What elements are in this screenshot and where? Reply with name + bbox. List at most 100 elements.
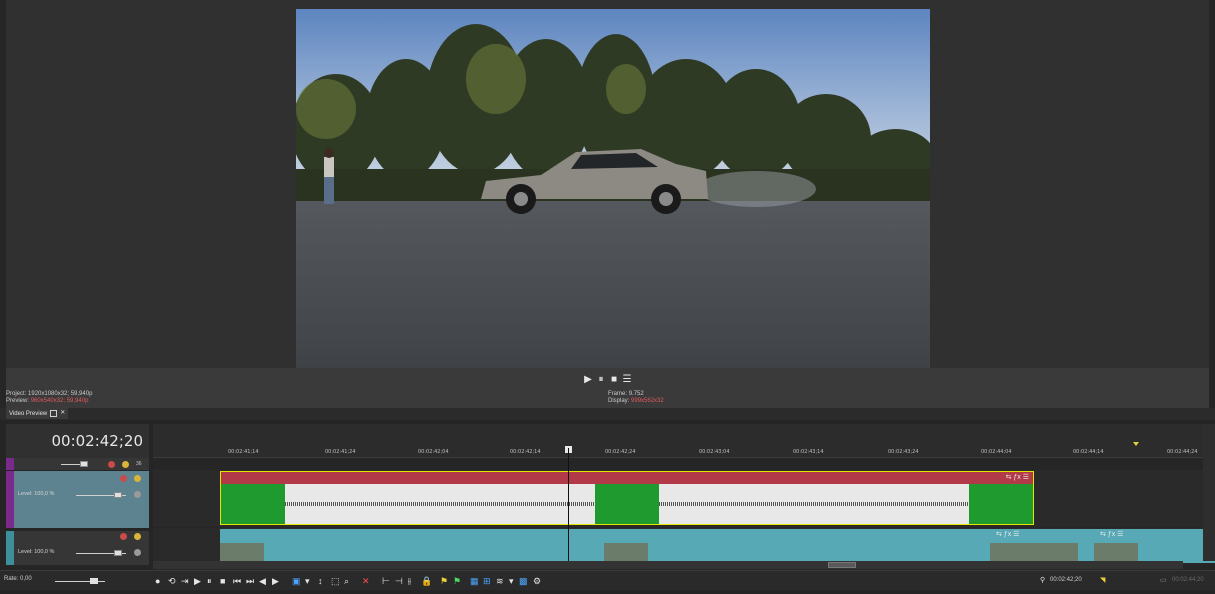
go-to-end-icon[interactable]: ⏭ (246, 576, 254, 586)
trim-start-icon[interactable]: ⊢ (382, 576, 390, 586)
ruler-label: 00:02:42;24 (605, 449, 636, 455)
horizontal-scrollbar[interactable] (153, 561, 1183, 569)
record-icon[interactable]: ● (155, 576, 160, 586)
ruler-label: 00:02:42;14 (510, 449, 541, 455)
display-info: Display: 999x562x32 (608, 398, 664, 405)
options-dropdown-icon[interactable]: ▾ (509, 576, 514, 586)
trim-end-icon[interactable]: ⊣ (395, 576, 403, 586)
playhead-line (568, 448, 569, 568)
track-color-stripe (6, 458, 14, 470)
cursor-position-icon: ⚲ (1040, 577, 1046, 584)
ruler-label: 00:02:41;24 (325, 449, 356, 455)
vegas-pro-window: ▶ ⏸ ■ ☰ Project: 1920x1080x32; 59,940p P… (0, 0, 1215, 594)
selection-length-icon: ▭ (1160, 577, 1167, 584)
stop-icon[interactable]: ■ (220, 576, 225, 586)
region-icon[interactable]: ⚑ (453, 576, 461, 586)
lock-icon[interactable]: 🔒 (421, 576, 432, 586)
time-ruler[interactable]: 00:02:41;14 00:02:41;24 00:02:42;04 00:0… (153, 424, 1203, 458)
track-row-2[interactable]: ⇆ ƒx ☰ ⇆ ƒx ☰ (153, 528, 1215, 564)
mute-icon[interactable] (120, 533, 127, 540)
track-number: 36 (136, 461, 142, 467)
rate-slider-knob[interactable] (90, 578, 98, 584)
track1-level-knob[interactable] (114, 492, 122, 498)
solo-icon[interactable] (122, 461, 129, 468)
clip-fx-icons[interactable]: ⇆ ƒx ☰ (1100, 530, 1123, 538)
mute-icon[interactable] (108, 461, 115, 468)
horizontal-scrollbar-thumb[interactable] (828, 562, 856, 568)
timecode-text: 00:02:42;20 (51, 432, 143, 450)
audio-waveform (285, 502, 595, 506)
pause-icon[interactable]: ⏸ (207, 576, 212, 586)
window-icon[interactable] (50, 410, 58, 417)
clip-fx-icons[interactable]: ⇆ ƒx ☰ (1006, 473, 1029, 481)
prev-frame-icon[interactable]: ◀ (259, 576, 266, 586)
ruler-label: 00:02:41;14 (228, 449, 259, 455)
frame-value: 9.752 (628, 391, 644, 397)
snapping-icon[interactable]: ⊞ (483, 576, 491, 586)
selection-start-icon: ◥ (1100, 577, 1106, 584)
track-row-thin (153, 458, 1203, 470)
display-value: 999x562x32 (631, 398, 664, 404)
split-icon[interactable]: ⫲ (408, 576, 411, 586)
close-icon[interactable]: ✕ (60, 410, 65, 417)
video-clip[interactable]: ⇆ ƒx ☰ ⇆ ƒx ☰ (220, 529, 1215, 563)
track-color-stripe (6, 531, 14, 565)
ruler-label: 00:02:44;04 (981, 449, 1012, 455)
ruler-label: 00:02:43;14 (793, 449, 824, 455)
timecode-display: 00:02:42;20 (6, 424, 149, 458)
preview-menu-button[interactable]: ☰ (622, 374, 632, 385)
track1-level-label: Level: 100,0 % (18, 491, 55, 497)
grid-icon[interactable]: ▩ (519, 576, 528, 586)
timeline-tracks-area[interactable]: 00:02:41;14 00:02:41;24 00:02:42;04 00:0… (153, 424, 1215, 574)
delete-icon[interactable]: ✕ (362, 576, 370, 586)
audio-waveform (659, 502, 969, 506)
track-header-1[interactable]: Level: 100,0 % (6, 471, 149, 528)
track-header-2[interactable]: Level: 100,0 % (6, 531, 149, 565)
zoom-tool-icon[interactable]: ⌕ (344, 576, 349, 586)
event-pan-icon[interactable]: ⚙ (533, 576, 541, 586)
clip-fx-icons[interactable]: ⇆ ƒx ☰ (996, 530, 1019, 538)
composite-icon[interactable] (134, 549, 141, 556)
track2-level-knob[interactable] (114, 550, 122, 556)
play-icon[interactable]: ▶ (194, 576, 201, 586)
vertical-scrollbar[interactable] (1203, 424, 1215, 561)
mute-icon[interactable] (120, 475, 127, 482)
auto-ripple-icon[interactable]: ▦ (470, 576, 479, 586)
go-to-start-icon[interactable]: ⏮ (233, 576, 241, 586)
clip-thumbnail (1094, 543, 1138, 561)
play-from-start-icon[interactable]: ⇥ (181, 576, 189, 586)
solo-icon[interactable] (134, 533, 141, 540)
envelope-tool-icon[interactable]: ↕ (318, 576, 323, 586)
preview-value: 960x540x32; 59,940p (30, 398, 89, 404)
solo-icon[interactable] (134, 475, 141, 482)
track-color-stripe (6, 471, 14, 528)
crossfade-icon[interactable]: ≋ (496, 576, 504, 586)
preview-pause-button[interactable]: ⏸ (596, 374, 606, 385)
project-info: Project: 1920x1080x32; 59,940p (6, 391, 92, 398)
clip-thumbnail (969, 484, 1033, 524)
project-value: 1920x1080x32; 59,940p (28, 391, 93, 397)
preview-transport-bar: ▶ ⏸ ■ ☰ Project: 1920x1080x32; 59,940p P… (0, 368, 1215, 408)
timeline-toolbar: Rate: 0,00 ● ⟲ ⇥ ▶ ⏸ ■ ⏮ ⏭ ◀ ▶ ▣ ▾ ↕ ⬚ ⌕… (0, 570, 1215, 590)
selection-tool-icon[interactable]: ⬚ (331, 576, 340, 586)
clip-thumbnail (221, 484, 285, 524)
track-row-1[interactable]: ⇆ ƒx ☰ (153, 470, 1203, 527)
normal-edit-tool-icon[interactable]: ▣ (292, 576, 301, 586)
video-preview-panel (0, 0, 1215, 368)
track-slider-knob[interactable] (80, 461, 88, 467)
next-frame-icon[interactable]: ▶ (272, 576, 279, 586)
composite-icon[interactable] (134, 491, 141, 498)
video-preview-tab[interactable]: Video Preview ✕ (6, 408, 69, 419)
frame-info: Frame: 9.752 (608, 391, 644, 398)
loop-marker[interactable] (1133, 442, 1139, 446)
selected-clip[interactable]: ⇆ ƒx ☰ (220, 471, 1034, 525)
track-header-audio-top: 36 (6, 458, 149, 470)
loop-icon[interactable]: ⟲ (168, 576, 176, 586)
preview-play-button[interactable]: ▶ (583, 374, 593, 385)
clip-thumbnail (990, 543, 1034, 561)
clip-thumbnail (595, 484, 659, 524)
tool-dropdown-icon[interactable]: ▾ (305, 576, 310, 586)
preview-stop-button[interactable]: ■ (609, 374, 619, 385)
rate-label: Rate: 0,00 (4, 576, 32, 582)
marker-icon[interactable]: ⚑ (440, 576, 448, 586)
